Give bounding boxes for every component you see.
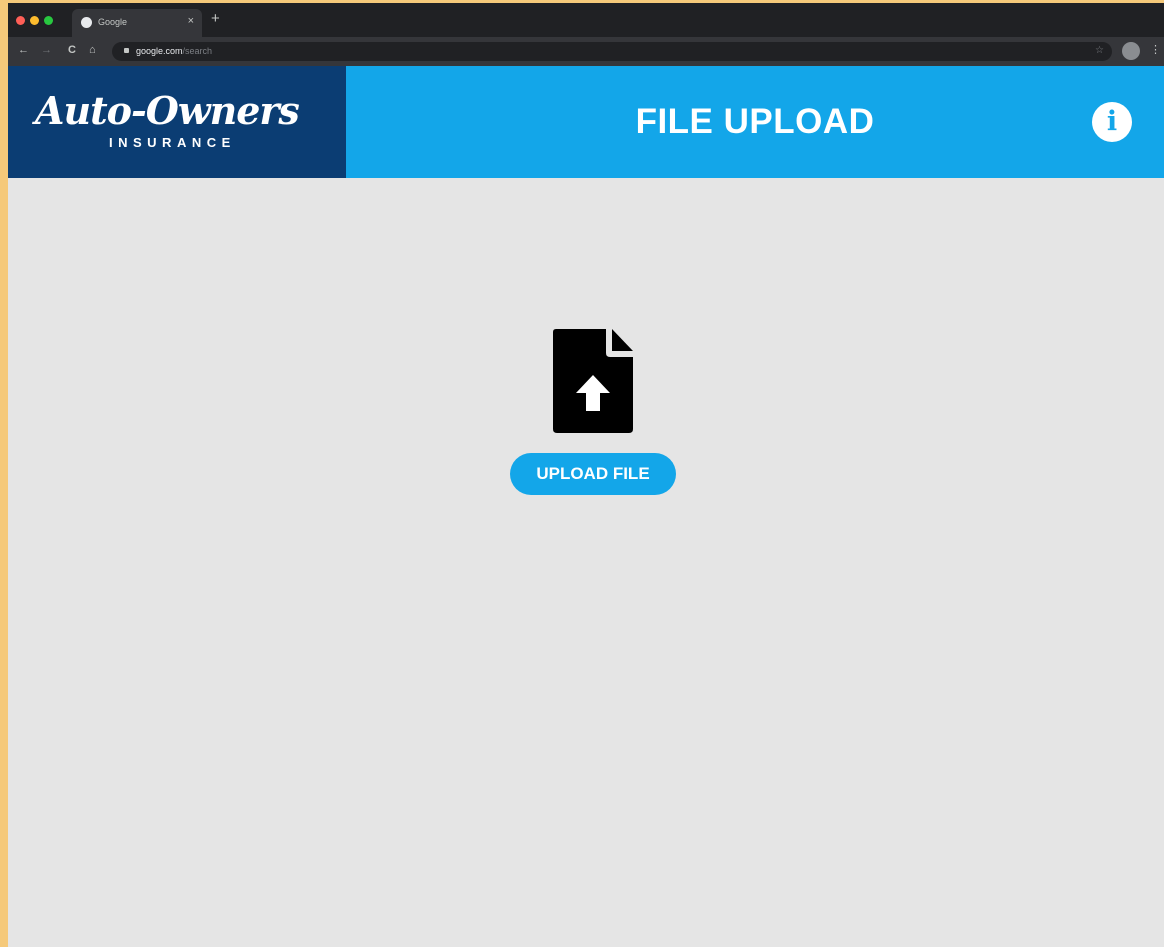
lock-icon [124,48,129,53]
url-path: /search [182,46,213,56]
tab-title: Google [98,17,128,27]
company-logo: Auto-Owners INSURANCE [8,66,346,178]
reload-icon[interactable]: C [68,44,76,56]
google-favicon-icon [81,17,92,28]
url-host: google.com [136,46,183,56]
page-title: FILE UPLOAD [635,102,875,141]
file-upload-icon [553,329,633,433]
logo-subtitle: INSURANCE [109,135,236,150]
browser-tab[interactable]: Google × [72,9,202,37]
info-glyph: i [1106,106,1118,137]
close-window-button[interactable] [16,16,25,25]
browser-toolbar: ← → C ⌂ google.com/search ☆ ⋮ [8,37,1164,66]
back-arrow-icon[interactable]: ← [18,44,29,56]
minimize-window-button[interactable] [30,16,39,25]
upload-file-button[interactable]: UPLOAD FILE [510,453,676,495]
browser-menu-icon[interactable]: ⋮ [1150,43,1161,56]
browser-window: Google × + ← → C ⌂ google.com/search ☆ ⋮… [8,3,1164,947]
tab-bar: Google × + [8,3,1164,37]
bookmark-star-icon[interactable]: ☆ [1095,45,1104,56]
address-bar[interactable]: google.com/search ☆ [112,42,1112,61]
info-icon[interactable]: i [1092,102,1132,142]
profile-avatar-icon[interactable] [1122,42,1140,60]
logo-wordmark: Auto-Owners [35,88,300,133]
url-text: google.com/search [136,46,212,56]
maximize-window-button[interactable] [44,16,53,25]
home-icon[interactable]: ⌂ [89,44,96,56]
new-tab-icon[interactable]: + [211,10,220,27]
app-header: Auto-Owners INSURANCE FILE UPLOAD i [8,66,1164,178]
tab-close-icon[interactable]: × [188,15,194,27]
forward-arrow-icon[interactable]: → [41,44,52,56]
